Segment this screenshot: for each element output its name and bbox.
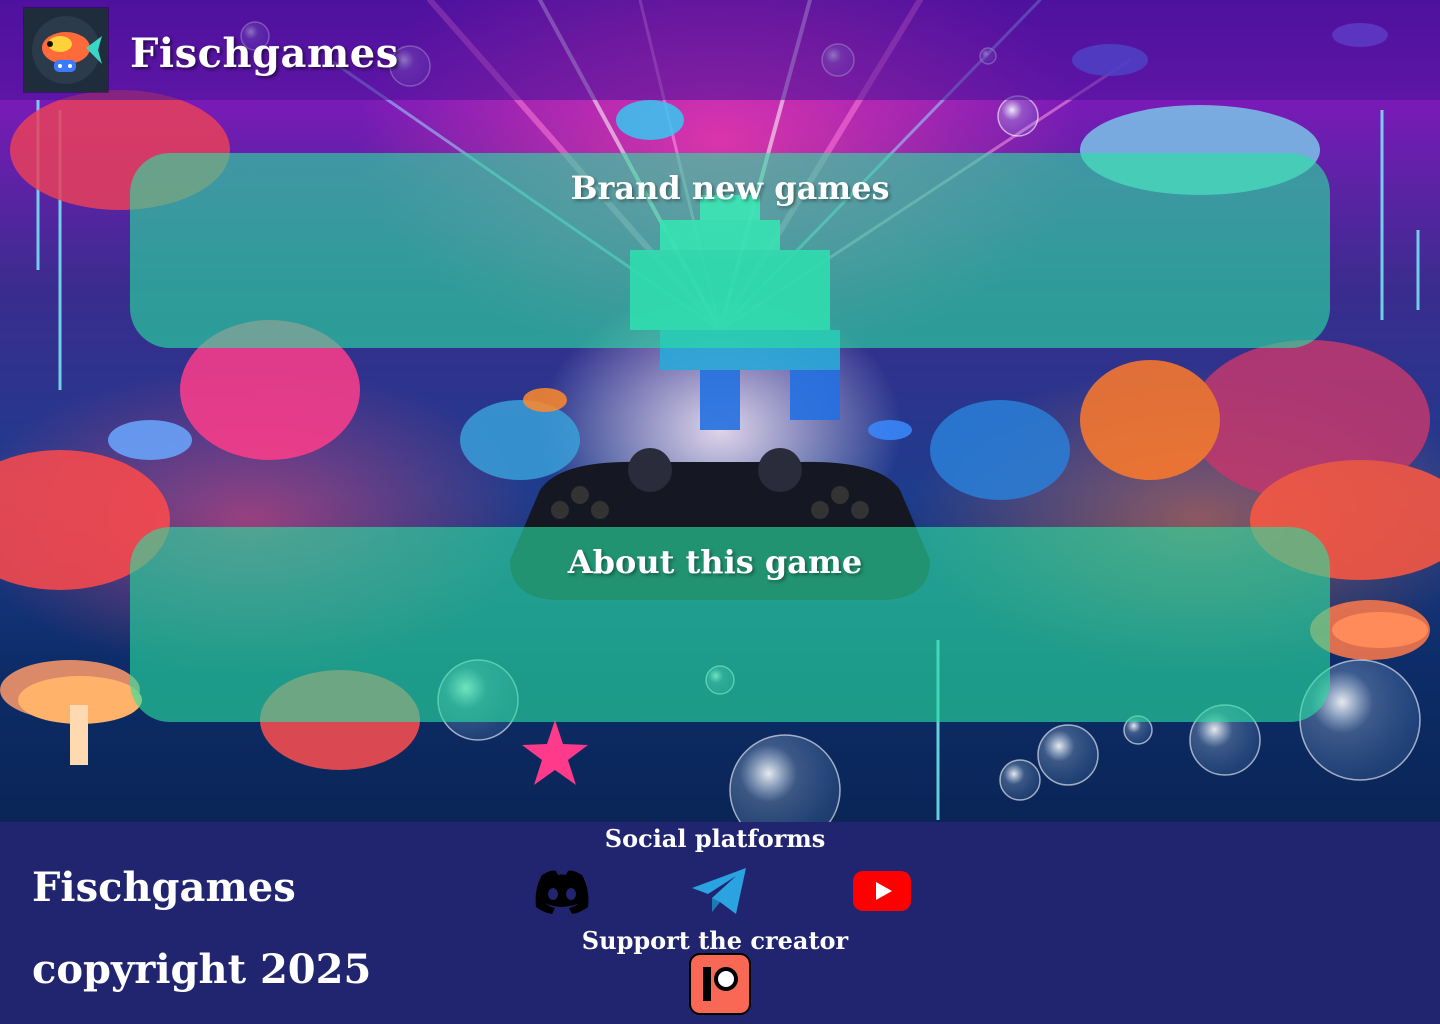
page: Fischgames Brand new games About this ga… bbox=[0, 0, 1440, 1024]
discord-icon[interactable] bbox=[532, 867, 592, 915]
support-creator-heading: Support the creator bbox=[581, 926, 849, 955]
brand-new-games-panel: Brand new games bbox=[130, 153, 1330, 348]
youtube-icon[interactable] bbox=[852, 870, 912, 912]
social-platforms-heading: Social platforms bbox=[604, 824, 826, 853]
site-footer: Fischgames copyright 2025 Social platfor… bbox=[0, 822, 1440, 1024]
site-header: Fischgames bbox=[0, 0, 1440, 100]
fish-logo-icon[interactable] bbox=[24, 8, 108, 92]
telegram-icon[interactable] bbox=[690, 866, 750, 916]
footer-brand: Fischgames bbox=[32, 864, 296, 911]
site-title[interactable]: Fischgames bbox=[130, 30, 399, 77]
patreon-icon[interactable] bbox=[689, 953, 751, 1015]
brand-new-games-heading: Brand new games bbox=[570, 169, 890, 207]
about-this-game-panel: About this game bbox=[130, 527, 1330, 722]
about-this-game-heading: About this game bbox=[567, 543, 863, 581]
